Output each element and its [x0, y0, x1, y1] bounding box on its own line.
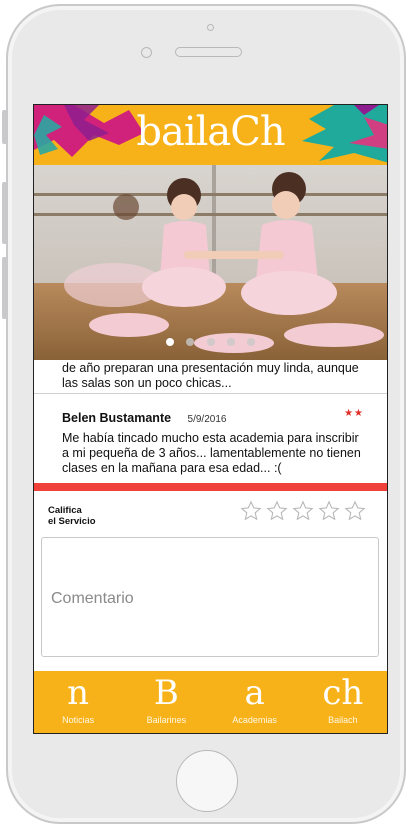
carousel-dot[interactable] — [226, 338, 235, 346]
rate-label-line1: Califica — [48, 505, 82, 516]
noticias-icon: n — [67, 673, 90, 713]
review-divider — [34, 393, 387, 394]
nav-label: Academias — [232, 715, 277, 725]
academias-icon: a — [244, 673, 265, 713]
star-icon[interactable] — [292, 500, 314, 522]
previous-review-text: de año preparan una presentación muy lin… — [62, 361, 359, 390]
bailarines-icon: B — [153, 673, 179, 713]
home-button[interactable] — [176, 750, 238, 812]
nav-item-academias[interactable]: a Academias — [211, 671, 299, 733]
star-icon[interactable] — [240, 500, 262, 522]
academy-photo — [34, 165, 387, 360]
carousel-dot[interactable] — [165, 338, 174, 346]
nav-label: Bailach — [328, 715, 358, 725]
rate-label-line2: el Servicio — [48, 516, 96, 527]
carousel-dot[interactable] — [206, 338, 215, 346]
carousel-dot[interactable] — [186, 338, 195, 346]
proximity-sensor — [141, 47, 152, 58]
comment-input[interactable]: Comentario — [41, 537, 379, 657]
reviewer-name: Belen Bustamante — [62, 411, 172, 425]
app-header: bailaCh — [34, 105, 387, 165]
nav-item-bailarines[interactable]: B Bailarines — [122, 671, 210, 733]
rate-service-label: Califica el Servicio — [48, 505, 96, 527]
earpiece-speaker — [175, 47, 242, 57]
nav-item-bailach[interactable]: ch Bailach — [299, 671, 387, 733]
mute-switch — [2, 110, 8, 144]
review-header: Belen Bustamante 5/9/2016 ★★ — [62, 408, 364, 425]
front-camera — [207, 24, 214, 31]
volume-up-button — [2, 182, 8, 244]
star-icon[interactable] — [344, 500, 366, 522]
nav-label: Noticias — [62, 715, 95, 725]
bottom-nav: n Noticias B Bailarines a Academias ch B… — [34, 671, 387, 733]
carousel-dots — [34, 333, 387, 351]
review-rating-stars: ★★ — [344, 408, 364, 419]
star-icon[interactable] — [318, 500, 340, 522]
comment-placeholder: Comentario — [51, 590, 134, 607]
nav-label: Bailarines — [146, 715, 187, 725]
app-screen: bailaCh de año preparan una presentación… — [33, 104, 388, 734]
rating-stars — [240, 500, 366, 526]
star-icon[interactable] — [266, 500, 288, 522]
carousel-dot[interactable] — [247, 338, 256, 346]
section-divider-bar — [34, 483, 387, 491]
review-text: Me había tincado mucho esta academia par… — [62, 431, 361, 475]
bailach-icon: ch — [322, 673, 364, 713]
review-date: 5/9/2016 — [187, 414, 227, 425]
volume-down-button — [2, 257, 8, 319]
app-logo: bailaCh — [136, 109, 285, 155]
ballet-dancers-image — [34, 165, 387, 360]
nav-item-noticias[interactable]: n Noticias — [34, 671, 122, 733]
